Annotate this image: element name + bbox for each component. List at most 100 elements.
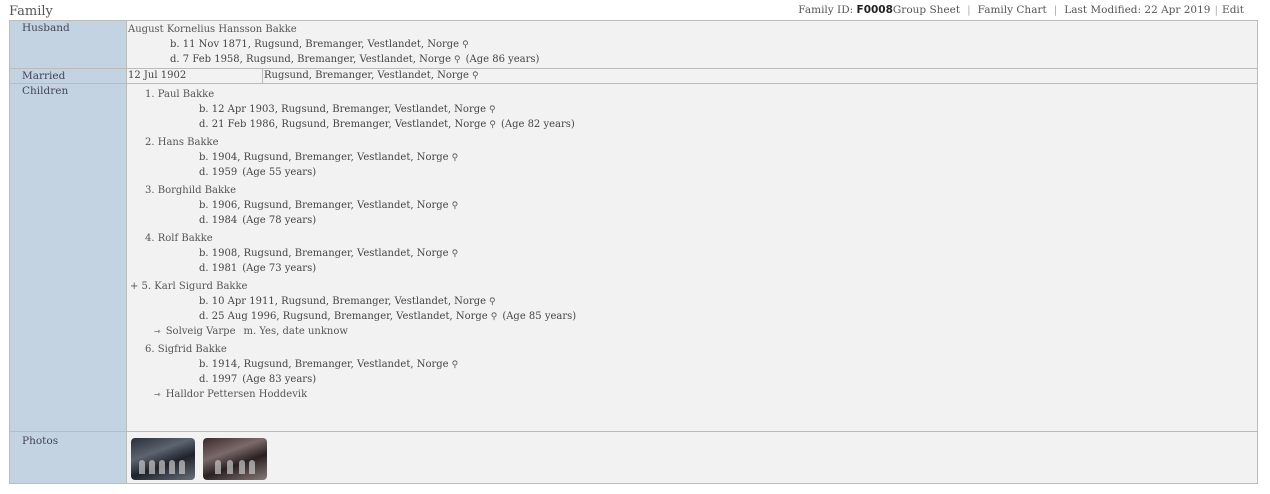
child-death-event: 1981 [211,263,238,274]
child-name[interactable]: + 5. Karl Sigurd Bakke [130,281,247,292]
death-prefix: d. [199,119,209,130]
husband-cell: August Kornelius Hansson Bakke b. 11 Nov… [126,20,1258,69]
child-age: (Age 55 years) [242,167,317,178]
spouse-arrow-icon: ⇾ [154,390,161,399]
marriage-date: 12 Jul 1902 [126,68,263,84]
nav-divider: | [1214,4,1219,16]
child-age: (Age 73 years) [242,263,317,274]
group-sheet-link[interactable]: Group Sheet [893,4,960,16]
husband-name[interactable]: August Kornelius Hansson Bakke [128,24,297,35]
pin-icon[interactable]: ⚲ [462,40,469,50]
photos-cell [126,431,1258,484]
child-birth-event: 1906, Rugsund, Bremanger, Vestlandet, No… [211,200,449,211]
child-spouse: ⇾ Solveig Varpe m. Yes, date unknow [130,324,1257,339]
child-death: d. 1984 (Age 78 years) [130,213,1257,228]
family-id-label: Family ID: [798,4,854,16]
last-modified: Last Modified: 22 Apr 2019 [1064,4,1211,16]
birth-prefix: b. [199,152,209,163]
child-death-event: 21 Feb 1986, Rugsund, Bremanger, Vestlan… [211,119,487,130]
family-chart-link[interactable]: Family Chart [978,4,1047,16]
spouse-name[interactable]: Halldor Pettersen Hoddevik [166,389,307,400]
family-nav: Family ID: F0008Group Sheet | Family Chart… [798,4,1244,16]
child-birth-event: 1914, Rugsund, Bremanger, Vestlandet, No… [211,359,449,370]
birth-prefix: b. [199,200,209,211]
married-label: Married [9,68,127,84]
spouse-arrow-icon: ⇾ [154,327,161,336]
child-entry: 3. Borghild Bakke b. 1906, Rugsund, Brema… [130,183,1257,228]
birth-prefix: b. [170,39,180,50]
birth-prefix: b. [199,248,209,259]
family-photo-thumbnail[interactable] [203,438,267,480]
child-birth: b. 1908, Rugsund, Bremanger, Vestlandet,… [130,246,1257,261]
spouse-marriage: m. Yes, date unknow [243,326,348,337]
family-photo-thumbnail[interactable] [131,438,195,480]
nav-divider: | [967,4,971,16]
child-death: d. 21 Feb 1986, Rugsund, Bremanger, Vest… [130,117,1257,132]
child-death: d. 1959 (Age 55 years) [130,165,1257,180]
family-group-table: Husband August Kornelius Hansson Bakke b… [9,20,1258,484]
child-entry: + 5. Karl Sigurd Bakke b. 10 Apr 1911, Ru… [130,279,1257,339]
pin-icon[interactable]: ⚲ [452,201,459,211]
death-prefix: d. [199,167,209,178]
death-prefix: d. [199,311,209,322]
child-death: d. 1997 (Age 83 years) [130,372,1257,387]
pin-icon[interactable]: ⚲ [452,360,459,370]
child-birth: b. 1906, Rugsund, Bremanger, Vestlandet,… [130,198,1257,213]
child-death-event: 1997 [211,374,238,385]
child-birth: b. 12 Apr 1903, Rugsund, Bremanger, Vest… [130,102,1257,117]
child-name[interactable]: 2. Hans Bakke [145,137,219,148]
birth-prefix: b. [199,359,209,370]
child-birth-event: 10 Apr 1911, Rugsund, Bremanger, Vestlan… [211,296,487,307]
husband-birth: b. 11 Nov 1871, Rugsund, Bremanger, Vest… [128,37,1257,52]
pin-icon[interactable]: ⚲ [489,105,496,115]
edit-link[interactable]: Edit [1222,4,1244,16]
child-entry: 4. Rolf Bakke b. 1908, Rugsund, Bremanger… [130,231,1257,276]
child-age: (Age 83 years) [242,374,317,385]
child-birth-event: 12 Apr 1903, Rugsund, Bremanger, Vestlan… [211,104,487,115]
death-prefix: d. [170,54,180,65]
child-birth: b. 1914, Rugsund, Bremanger, Vestlandet,… [130,357,1257,372]
child-death-event: 1959 [211,167,238,178]
photos-label: Photos [9,431,127,484]
child-spouse: ⇾ Halldor Pettersen Hoddevik [130,387,1257,402]
husband-death: d. 7 Feb 1958, Rugsund, Bremanger, Vestl… [128,52,1257,67]
child-name[interactable]: 4. Rolf Bakke [145,233,213,244]
spouse-name[interactable]: Solveig Varpe [166,326,236,337]
birth-prefix: b. [199,296,209,307]
husband-label: Husband [9,20,127,69]
husband-age: (Age 86 years) [465,54,540,65]
pin-icon[interactable]: ⚲ [491,312,498,322]
child-entry: 1. Paul Bakke b. 12 Apr 1903, Rugsund, Br… [130,87,1257,132]
child-age: (Age 85 years) [502,311,577,322]
child-death: d. 1981 (Age 73 years) [130,261,1257,276]
child-name[interactable]: 3. Borghild Bakke [145,185,236,196]
children-label: Children [9,83,127,432]
death-prefix: d. [199,263,209,274]
page-title: Family [9,4,53,19]
marriage-place: Rugsund, Bremanger, Vestlandet, Norge ⚲ [262,68,1258,84]
child-death: d. 25 Aug 1996, Rugsund, Bremanger, Vest… [130,309,1257,324]
nav-divider: | [1053,4,1058,16]
pin-icon[interactable]: ⚲ [452,249,459,259]
child-name[interactable]: 6. Sigfrid Bakke [145,344,227,355]
child-age: (Age 82 years) [500,119,575,130]
child-death-event: 1984 [211,215,238,226]
child-death-event: 25 Aug 1996, Rugsund, Bremanger, Vestlan… [211,311,488,322]
child-birth: b. 1904, Rugsund, Bremanger, Vestlandet,… [130,150,1257,165]
children-cell: 1. Paul Bakke b. 12 Apr 1903, Rugsund, Br… [126,83,1258,432]
children-list: 1. Paul Bakke b. 12 Apr 1903, Rugsund, Br… [130,87,1257,402]
pin-icon[interactable]: ⚲ [454,55,461,65]
birth-prefix: b. [199,104,209,115]
death-prefix: d. [199,374,209,385]
child-birth-event: 1908, Rugsund, Bremanger, Vestlandet, No… [211,248,449,259]
husband-birth-event: 11 Nov 1871, Rugsund, Bremanger, Vestlan… [182,39,460,50]
pin-icon[interactable]: ⚲ [489,120,496,130]
pin-icon[interactable]: ⚲ [489,297,496,307]
child-age: (Age 78 years) [242,215,317,226]
child-name[interactable]: 1. Paul Bakke [145,89,214,100]
pin-icon[interactable]: ⚲ [472,71,479,81]
pin-icon[interactable]: ⚲ [452,153,459,163]
child-birth-event: 1904, Rugsund, Bremanger, Vestlandet, No… [211,152,449,163]
family-id: F0008 [856,4,893,16]
husband-death-event: 7 Feb 1958, Rugsund, Bremanger, Vestland… [182,54,451,65]
